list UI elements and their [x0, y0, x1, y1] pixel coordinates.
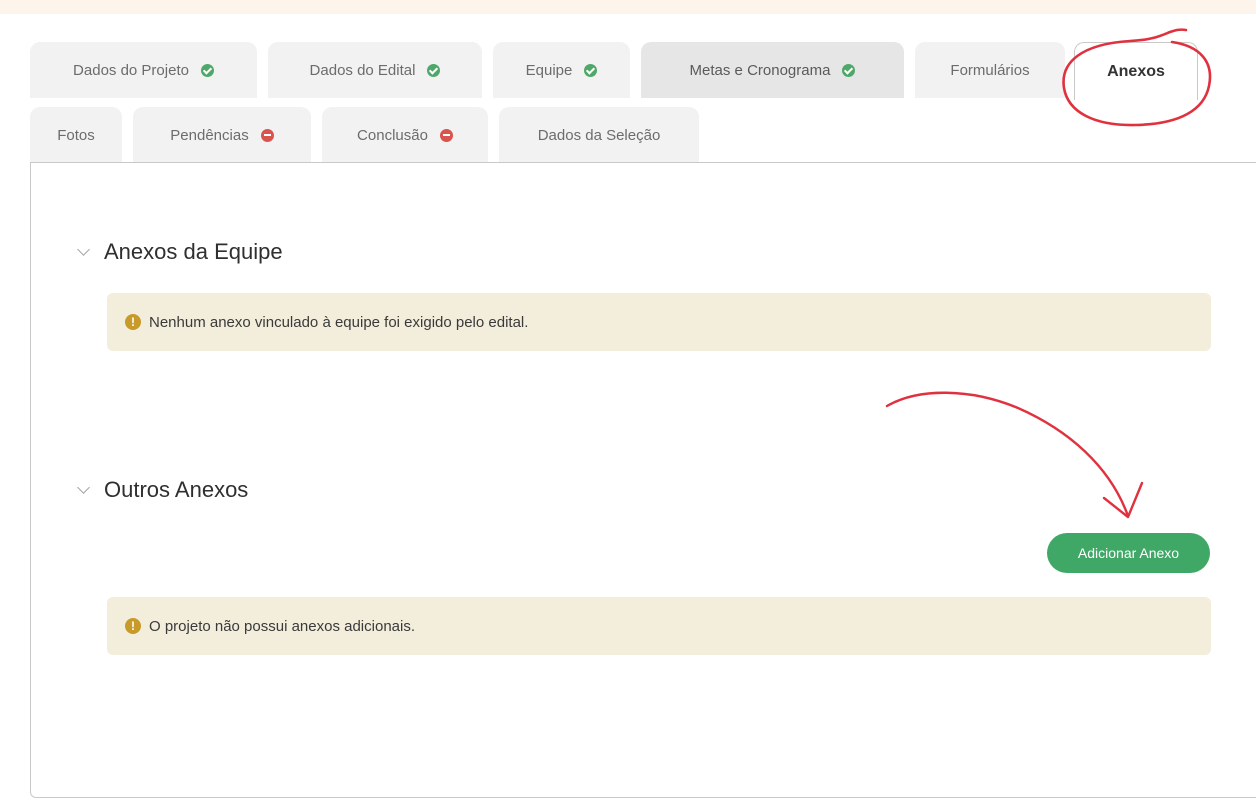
tab-label: Equipe	[525, 61, 573, 79]
exclamation-circle-icon: !	[125, 314, 141, 330]
alert-equipe: ! Nenhum anexo vinculado à equipe foi ex…	[107, 293, 1211, 351]
anexos-panel: Anexos da Equipe ! Nenhum anexo vinculad…	[30, 162, 1256, 798]
section-header-outros-anexos[interactable]: Outros Anexos	[77, 477, 249, 503]
section-title: Outros Anexos	[104, 477, 249, 502]
tab-label: Dados da Seleção	[537, 126, 661, 144]
tab-anexos[interactable]: Anexos	[1074, 42, 1198, 100]
tab-label: Metas e Cronograma	[689, 61, 831, 79]
minus-circle-icon	[260, 128, 274, 142]
tab-label: Dados do Edital	[309, 61, 416, 79]
check-circle-icon	[427, 63, 441, 77]
tab-metas-e-cronograma[interactable]: Metas e Cronograma	[641, 42, 904, 98]
tab-label: Anexos	[1107, 62, 1165, 80]
alert-text: O projeto não possui anexos adicionais.	[149, 617, 416, 635]
section-header-anexos-da-equipe[interactable]: Anexos da Equipe	[77, 239, 283, 265]
chevron-down-icon[interactable]	[77, 243, 90, 256]
tab-pendencias[interactable]: Pendências	[133, 107, 311, 163]
minus-circle-icon	[439, 128, 453, 142]
check-circle-icon	[584, 63, 598, 77]
tab-equipe[interactable]: Equipe	[493, 42, 630, 98]
tab-label: Fotos	[57, 126, 95, 144]
exclamation-circle-icon: !	[125, 618, 141, 634]
tab-dados-do-edital[interactable]: Dados do Edital	[268, 42, 482, 98]
tab-dados-da-selecao[interactable]: Dados da Seleção	[499, 107, 699, 163]
tab-label: Pendências	[170, 126, 249, 144]
add-anexo-button[interactable]: Adicionar Anexo	[1047, 533, 1210, 573]
top-banner-strip	[0, 0, 1256, 14]
tab-conclusao[interactable]: Conclusão	[322, 107, 488, 163]
alert-outros: ! O projeto não possui anexos adicionais…	[107, 597, 1211, 655]
tab-formularios[interactable]: Formulários	[915, 42, 1065, 98]
chevron-down-icon[interactable]	[77, 481, 90, 494]
tab-label: Dados do Projeto	[73, 61, 189, 79]
tab-fotos[interactable]: Fotos	[30, 107, 122, 163]
alert-text: Nenhum anexo vinculado à equipe foi exig…	[149, 313, 529, 331]
tab-label: Formulários	[950, 61, 1030, 79]
tab-dados-do-projeto[interactable]: Dados do Projeto	[30, 42, 257, 98]
check-circle-icon	[200, 63, 214, 77]
check-circle-icon	[842, 63, 856, 77]
section-title: Anexos da Equipe	[104, 239, 283, 264]
tab-label: Conclusão	[357, 126, 428, 144]
